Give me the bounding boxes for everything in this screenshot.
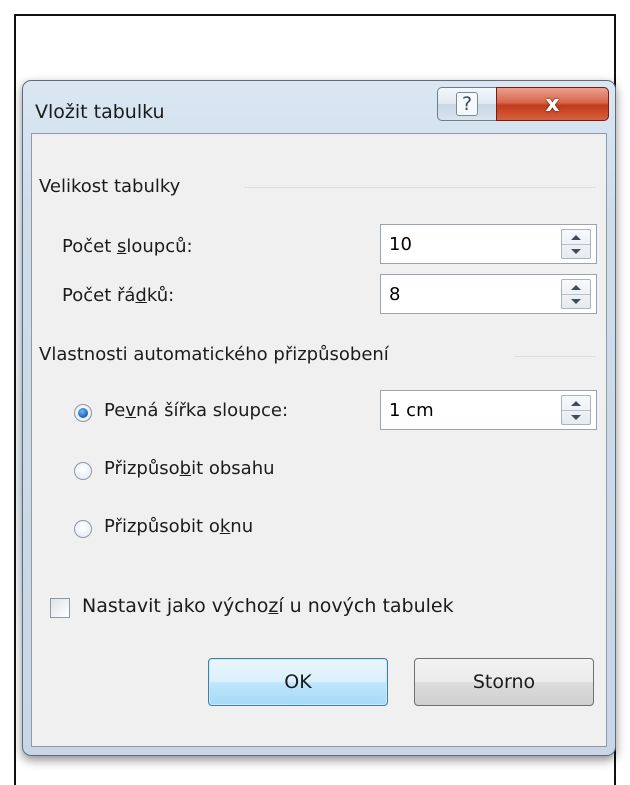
rows-spinner[interactable]: 8	[380, 274, 597, 314]
columns-spin-buttons	[561, 229, 591, 259]
rows-label: Počet řádků:	[62, 285, 175, 306]
frame-border-top	[14, 14, 616, 16]
autofit-window-radio[interactable]	[74, 520, 92, 538]
rows-input[interactable]: 8	[389, 284, 400, 305]
spin-up-icon	[571, 234, 581, 240]
autofit-group-line	[514, 356, 596, 357]
column-width-spinner[interactable]: 1 cm	[380, 390, 597, 430]
screenshot-canvas: Vložit tabulku ? x Velikost tabulky Poče…	[0, 0, 630, 785]
spin-down-icon	[571, 298, 581, 304]
rows-spin-up-button[interactable]	[562, 280, 590, 295]
rows-spin-down-button[interactable]	[562, 294, 590, 308]
close-icon: x	[545, 91, 560, 117]
spin-down-icon	[571, 414, 581, 420]
columns-spin-up-button[interactable]	[562, 230, 590, 245]
fixed-width-radio[interactable]	[74, 404, 92, 422]
autofit-contents-label[interactable]: Přizpůsobit obsahu	[104, 458, 275, 479]
columns-spinner[interactable]: 10	[380, 224, 597, 264]
column-width-input[interactable]: 1 cm	[389, 400, 434, 421]
close-button[interactable]: x	[496, 87, 609, 121]
cancel-button[interactable]: Storno	[414, 658, 594, 706]
table-size-group-line	[244, 187, 596, 188]
table-size-group-label: Velikost tabulky	[39, 176, 181, 197]
set-default-checkbox[interactable]	[50, 598, 70, 618]
spin-up-icon	[571, 284, 581, 290]
column-width-spin-down-button[interactable]	[562, 410, 590, 424]
columns-label: Počet sloupců:	[62, 236, 193, 257]
ok-button[interactable]: OK	[208, 658, 388, 706]
help-button[interactable]: ?	[437, 87, 497, 121]
fixed-width-label[interactable]: Pevná šířka sloupce:	[104, 400, 288, 421]
autofit-group-label: Vlastnosti automatického přizpůsobení	[39, 344, 389, 365]
column-width-spin-up-button[interactable]	[562, 396, 590, 411]
dialog-client-area: Velikost tabulky Počet sloupců: 10 Počet…	[31, 133, 607, 747]
columns-spin-down-button[interactable]	[562, 244, 590, 258]
help-icon: ?	[456, 92, 478, 116]
set-default-label[interactable]: Nastavit jako výchozí u nových tabulek	[82, 595, 454, 617]
autofit-contents-radio[interactable]	[74, 462, 92, 480]
spin-up-icon	[571, 400, 581, 406]
autofit-window-label[interactable]: Přizpůsobit oknu	[104, 516, 253, 537]
rows-spin-buttons	[561, 279, 591, 309]
columns-input[interactable]: 10	[389, 234, 412, 255]
dialog-title: Vložit tabulku	[35, 101, 165, 123]
insert-table-dialog: Vložit tabulku ? x Velikost tabulky Poče…	[22, 80, 616, 756]
spin-down-icon	[571, 248, 581, 254]
column-width-spin-buttons	[561, 395, 591, 425]
title-bar[interactable]: Vložit tabulku ? x	[23, 81, 615, 133]
